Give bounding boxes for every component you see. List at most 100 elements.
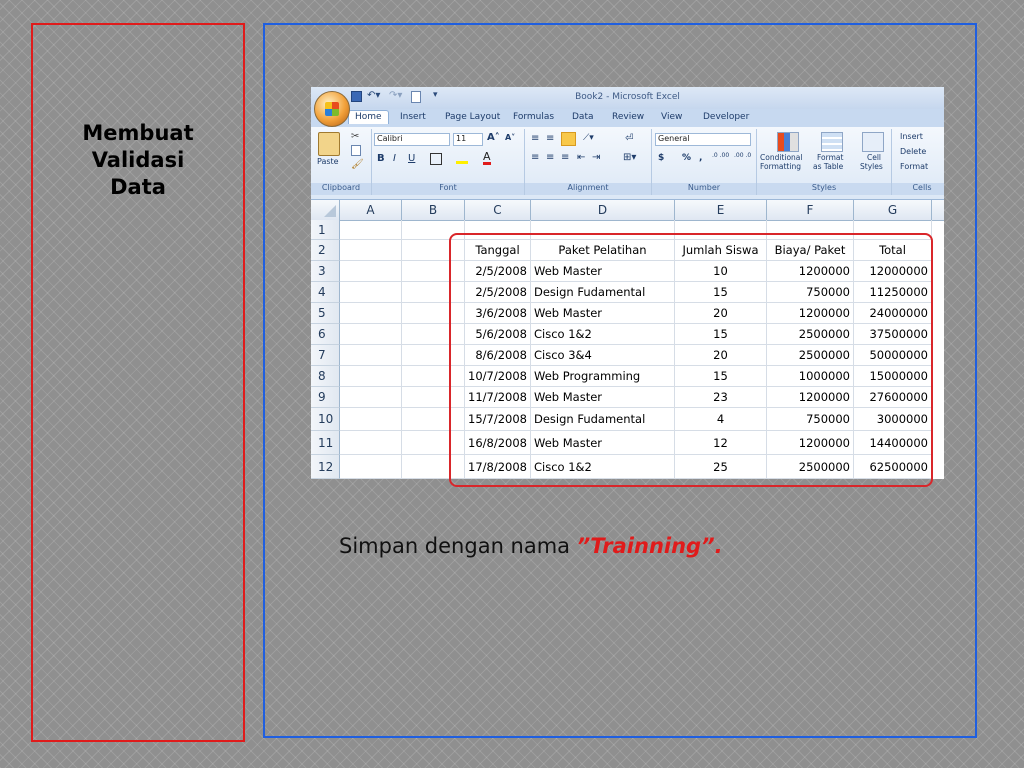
cell-f8[interactable]: 1000000: [767, 366, 854, 387]
currency-button[interactable]: $: [658, 153, 664, 163]
cell-e1[interactable]: [675, 220, 767, 240]
tab-page-layout[interactable]: Page Layout: [445, 112, 500, 122]
bold-button[interactable]: B: [377, 153, 385, 164]
cell-d12[interactable]: Cisco 1&2: [531, 455, 675, 479]
cell-c6[interactable]: 5/6/2008: [465, 324, 531, 345]
cell-f12[interactable]: 2500000: [767, 455, 854, 479]
cell-b2[interactable]: [402, 240, 465, 261]
row-header-7[interactable]: 7: [311, 345, 340, 366]
row-header-8[interactable]: 8: [311, 366, 340, 387]
cell-f5[interactable]: 1200000: [767, 303, 854, 324]
cell-b3[interactable]: [402, 261, 465, 282]
cell-a8[interactable]: [340, 366, 402, 387]
column-header-f[interactable]: F: [767, 200, 854, 220]
cell-b10[interactable]: [402, 408, 465, 431]
cell-c9[interactable]: 11/7/2008: [465, 387, 531, 408]
cell-b6[interactable]: [402, 324, 465, 345]
cell-c4[interactable]: 2/5/2008: [465, 282, 531, 303]
header-cell-e2[interactable]: Jumlah Siswa: [675, 240, 767, 261]
cell-c3[interactable]: 2/5/2008: [465, 261, 531, 282]
cell-b8[interactable]: [402, 366, 465, 387]
row-header-3[interactable]: 3: [311, 261, 340, 282]
row-header-11[interactable]: 11: [311, 431, 340, 455]
percent-button[interactable]: %: [682, 153, 691, 163]
tab-view[interactable]: View: [661, 112, 682, 122]
header-cell-f2[interactable]: Biaya/ Paket: [767, 240, 854, 261]
tab-review[interactable]: Review: [612, 112, 644, 122]
cell-g3[interactable]: 12000000: [854, 261, 932, 282]
cell-b4[interactable]: [402, 282, 465, 303]
cell-a4[interactable]: [340, 282, 402, 303]
cell-styles-label-1[interactable]: Cell: [867, 153, 881, 162]
cell-b1[interactable]: [402, 220, 465, 240]
align-bottom-icon[interactable]: [561, 132, 576, 146]
column-header-d[interactable]: D: [531, 200, 675, 220]
cell-c1[interactable]: [465, 220, 531, 240]
cell-f7[interactable]: 2500000: [767, 345, 854, 366]
cell-f4[interactable]: 750000: [767, 282, 854, 303]
cell-d5[interactable]: Web Master: [531, 303, 675, 324]
cell-a12[interactable]: [340, 455, 402, 479]
cell-d3[interactable]: Web Master: [531, 261, 675, 282]
row-header-9[interactable]: 9: [311, 387, 340, 408]
cell-g10[interactable]: 3000000: [854, 408, 932, 431]
increase-indent-icon[interactable]: ⇥: [592, 152, 600, 163]
cell-a1[interactable]: [340, 220, 402, 240]
cell-g9[interactable]: 27600000: [854, 387, 932, 408]
cell-g12[interactable]: 62500000: [854, 455, 932, 479]
paste-icon[interactable]: [318, 132, 340, 156]
cell-c8[interactable]: 10/7/2008: [465, 366, 531, 387]
cell-e11[interactable]: 12: [675, 431, 767, 455]
font-color-icon[interactable]: A: [483, 151, 491, 165]
cell-e4[interactable]: 15: [675, 282, 767, 303]
row-header-10[interactable]: 10: [311, 408, 340, 431]
cell-f6[interactable]: 2500000: [767, 324, 854, 345]
cell-g11[interactable]: 14400000: [854, 431, 932, 455]
orientation-icon[interactable]: ⟋▾: [583, 133, 594, 143]
format-as-table-label-1[interactable]: Format: [817, 153, 843, 162]
cell-a10[interactable]: [340, 408, 402, 431]
row-header-6[interactable]: 6: [311, 324, 340, 345]
cell-a3[interactable]: [340, 261, 402, 282]
cell-a5[interactable]: [340, 303, 402, 324]
cell-e5[interactable]: 20: [675, 303, 767, 324]
cell-g7[interactable]: 50000000: [854, 345, 932, 366]
format-painter-icon[interactable]: 🖌: [351, 159, 364, 170]
cell-b9[interactable]: [402, 387, 465, 408]
cell-d11[interactable]: Web Master: [531, 431, 675, 455]
format-cells-button[interactable]: Format: [900, 162, 928, 171]
italic-button[interactable]: I: [393, 153, 396, 164]
underline-button[interactable]: U: [408, 153, 415, 164]
cell-d10[interactable]: Design Fudamental: [531, 408, 675, 431]
cell-e12[interactable]: 25: [675, 455, 767, 479]
delete-cells-button[interactable]: Delete: [900, 147, 926, 156]
cell-b11[interactable]: [402, 431, 465, 455]
fill-color-icon[interactable]: [456, 153, 468, 164]
align-top-icon[interactable]: ≡: [531, 133, 539, 144]
cell-a9[interactable]: [340, 387, 402, 408]
cell-g8[interactable]: 15000000: [854, 366, 932, 387]
conditional-formatting-label-1[interactable]: Conditional: [760, 153, 802, 162]
align-middle-icon[interactable]: ≡: [546, 133, 554, 144]
shrink-font-icon[interactable]: A˅: [505, 133, 515, 142]
cell-d9[interactable]: Web Master: [531, 387, 675, 408]
cell-c7[interactable]: 8/6/2008: [465, 345, 531, 366]
column-header-a[interactable]: A: [340, 200, 402, 220]
cell-g5[interactable]: 24000000: [854, 303, 932, 324]
header-cell-g2[interactable]: Total: [854, 240, 932, 261]
wrap-text-icon[interactable]: ⏎: [625, 133, 633, 144]
cell-e10[interactable]: 4: [675, 408, 767, 431]
column-header-e[interactable]: E: [675, 200, 767, 220]
cell-e9[interactable]: 23: [675, 387, 767, 408]
insert-cells-button[interactable]: Insert: [900, 132, 923, 141]
cell-e7[interactable]: 20: [675, 345, 767, 366]
copy-icon[interactable]: [351, 145, 361, 156]
increase-decimal-button[interactable]: .0 .00: [712, 152, 729, 159]
column-header-g[interactable]: G: [854, 200, 932, 220]
tab-formulas[interactable]: Formulas: [513, 112, 554, 122]
cell-a2[interactable]: [340, 240, 402, 261]
row-header-1[interactable]: 1: [311, 220, 340, 240]
cell-f10[interactable]: 750000: [767, 408, 854, 431]
font-size-select[interactable]: 11: [453, 133, 483, 146]
cut-icon[interactable]: ✂: [351, 131, 359, 142]
